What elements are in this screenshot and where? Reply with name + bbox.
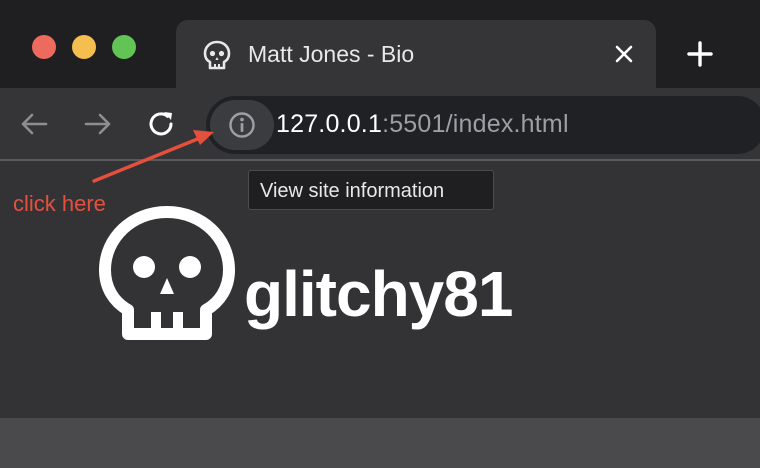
site-info-tooltip: View site information bbox=[248, 170, 494, 210]
window-minimize-button[interactable] bbox=[72, 35, 96, 59]
tooltip-text: View site information bbox=[260, 180, 445, 202]
tab-title: Matt Jones - Bio bbox=[248, 41, 415, 67]
site-info-button[interactable] bbox=[210, 100, 274, 150]
reload-icon[interactable] bbox=[146, 108, 178, 140]
title-bar: Matt Jones - Bio bbox=[0, 0, 760, 88]
address-bar[interactable]: 127.0.0.1:5501/index.html bbox=[206, 96, 760, 154]
browser-toolbar: 127.0.0.1:5501/index.html bbox=[0, 88, 760, 160]
plus-icon[interactable] bbox=[686, 40, 714, 68]
annotation-label: click here bbox=[13, 191, 106, 216]
arrow-right-icon[interactable] bbox=[82, 108, 114, 140]
url-host: 127.0.0.1 bbox=[276, 110, 383, 138]
skull-icon bbox=[99, 206, 235, 340]
info-icon bbox=[229, 112, 255, 138]
tab-active[interactable]: Matt Jones - Bio bbox=[176, 20, 656, 88]
site-logo-text[interactable]: glitchy81 bbox=[244, 262, 513, 326]
window-close-button[interactable] bbox=[32, 35, 56, 59]
url-text: 127.0.0.1:5501/index.html bbox=[276, 110, 569, 139]
close-icon[interactable] bbox=[612, 42, 636, 66]
page-bottom-strip bbox=[0, 418, 760, 468]
url-path: :5501/index.html bbox=[382, 110, 569, 138]
window-zoom-button[interactable] bbox=[112, 35, 136, 59]
arrow-left-icon[interactable] bbox=[18, 108, 50, 140]
skull-icon bbox=[203, 40, 231, 70]
